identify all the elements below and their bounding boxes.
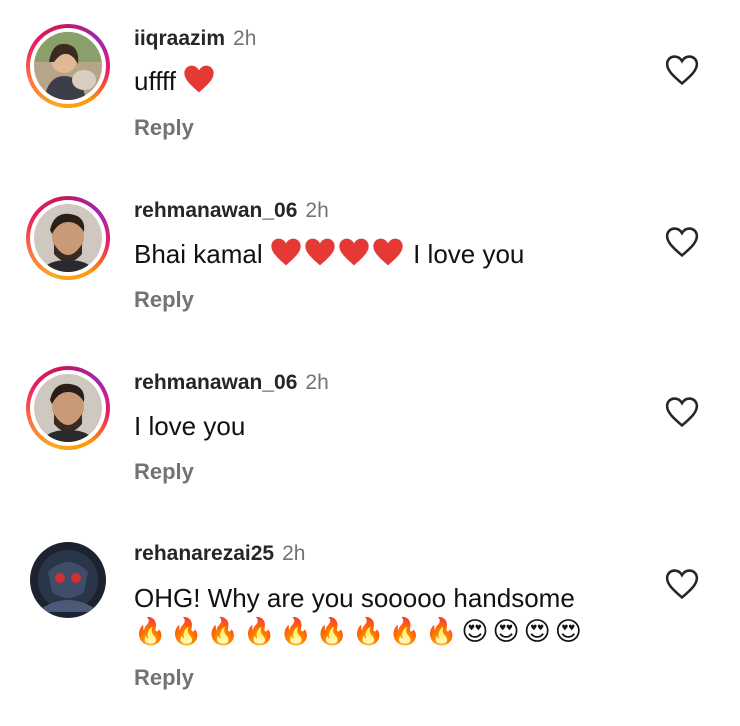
red-heart-icon bbox=[271, 238, 301, 266]
comment-time: 2h bbox=[305, 371, 329, 394]
fire-emoji-icon: 🔥 bbox=[388, 616, 421, 646]
fire-emoji-icon: 🔥 bbox=[243, 616, 276, 646]
comment-text: OHG! Why are you sooooo handsome bbox=[134, 583, 575, 613]
avatar[interactable] bbox=[26, 366, 110, 450]
fire-emoji-icon: 🔥 bbox=[352, 616, 385, 646]
red-heart-icon bbox=[339, 238, 369, 266]
fire-emoji-icon: 🔥 bbox=[279, 616, 312, 646]
heart-eyes-emoji-icon: 😍 bbox=[523, 616, 551, 646]
red-heart-icon bbox=[184, 65, 214, 93]
avatar-photo bbox=[34, 374, 102, 442]
like-heart-icon[interactable] bbox=[665, 54, 699, 86]
comment-username[interactable]: rehanarezai25 bbox=[134, 542, 274, 565]
comment-time: 2h bbox=[282, 542, 306, 565]
comment-username[interactable]: rehmanawan_06 bbox=[134, 371, 297, 394]
comment-text: Bhai kamal I love you bbox=[134, 238, 525, 269]
avatar-image bbox=[30, 542, 106, 618]
reply-button[interactable]: Reply bbox=[134, 286, 194, 314]
reply-button[interactable]: Reply bbox=[134, 664, 194, 692]
heart-eyes-emoji-icon: 😍 bbox=[492, 616, 520, 646]
like-heart-icon[interactable] bbox=[665, 568, 699, 600]
like-heart-icon[interactable] bbox=[665, 396, 699, 428]
fire-emoji-icon: 🔥 bbox=[425, 616, 458, 646]
heart-eyes-emoji-icon: 😍 bbox=[461, 616, 489, 646]
comment-emojis: 🔥 🔥 🔥 🔥 🔥 🔥 🔥 🔥 🔥 😍 😍 😍 😍 bbox=[134, 614, 586, 648]
fire-emoji-icon: 🔥 bbox=[134, 616, 167, 646]
avatar[interactable] bbox=[26, 196, 110, 280]
avatar-image bbox=[34, 204, 102, 272]
fire-emoji-icon: 🔥 bbox=[315, 616, 349, 646]
comment-username[interactable]: rehmanawan_06 bbox=[134, 199, 297, 222]
avatar-photo bbox=[34, 32, 102, 100]
red-heart-icon bbox=[373, 238, 403, 266]
heart-eyes-emoji-icon: 😍 bbox=[554, 616, 582, 646]
comment-time: 2h bbox=[233, 27, 257, 50]
comment-username[interactable]: iiqraazim bbox=[134, 27, 225, 50]
like-heart-icon[interactable] bbox=[665, 226, 699, 258]
avatar[interactable] bbox=[26, 24, 110, 108]
comment-text: I love you bbox=[134, 411, 246, 441]
comment-time: 2h bbox=[305, 199, 329, 222]
comment-text: uffff bbox=[134, 64, 217, 98]
reply-button[interactable]: Reply bbox=[134, 458, 194, 486]
fire-emoji-icon: 🔥 bbox=[170, 616, 203, 646]
avatar-image bbox=[34, 374, 102, 442]
avatar-photo bbox=[34, 204, 102, 272]
reply-button[interactable]: Reply bbox=[134, 114, 194, 142]
fire-emoji-icon: 🔥 bbox=[206, 616, 240, 646]
avatar-image bbox=[34, 32, 102, 100]
red-heart-icon bbox=[305, 238, 335, 266]
avatar[interactable] bbox=[30, 542, 106, 618]
